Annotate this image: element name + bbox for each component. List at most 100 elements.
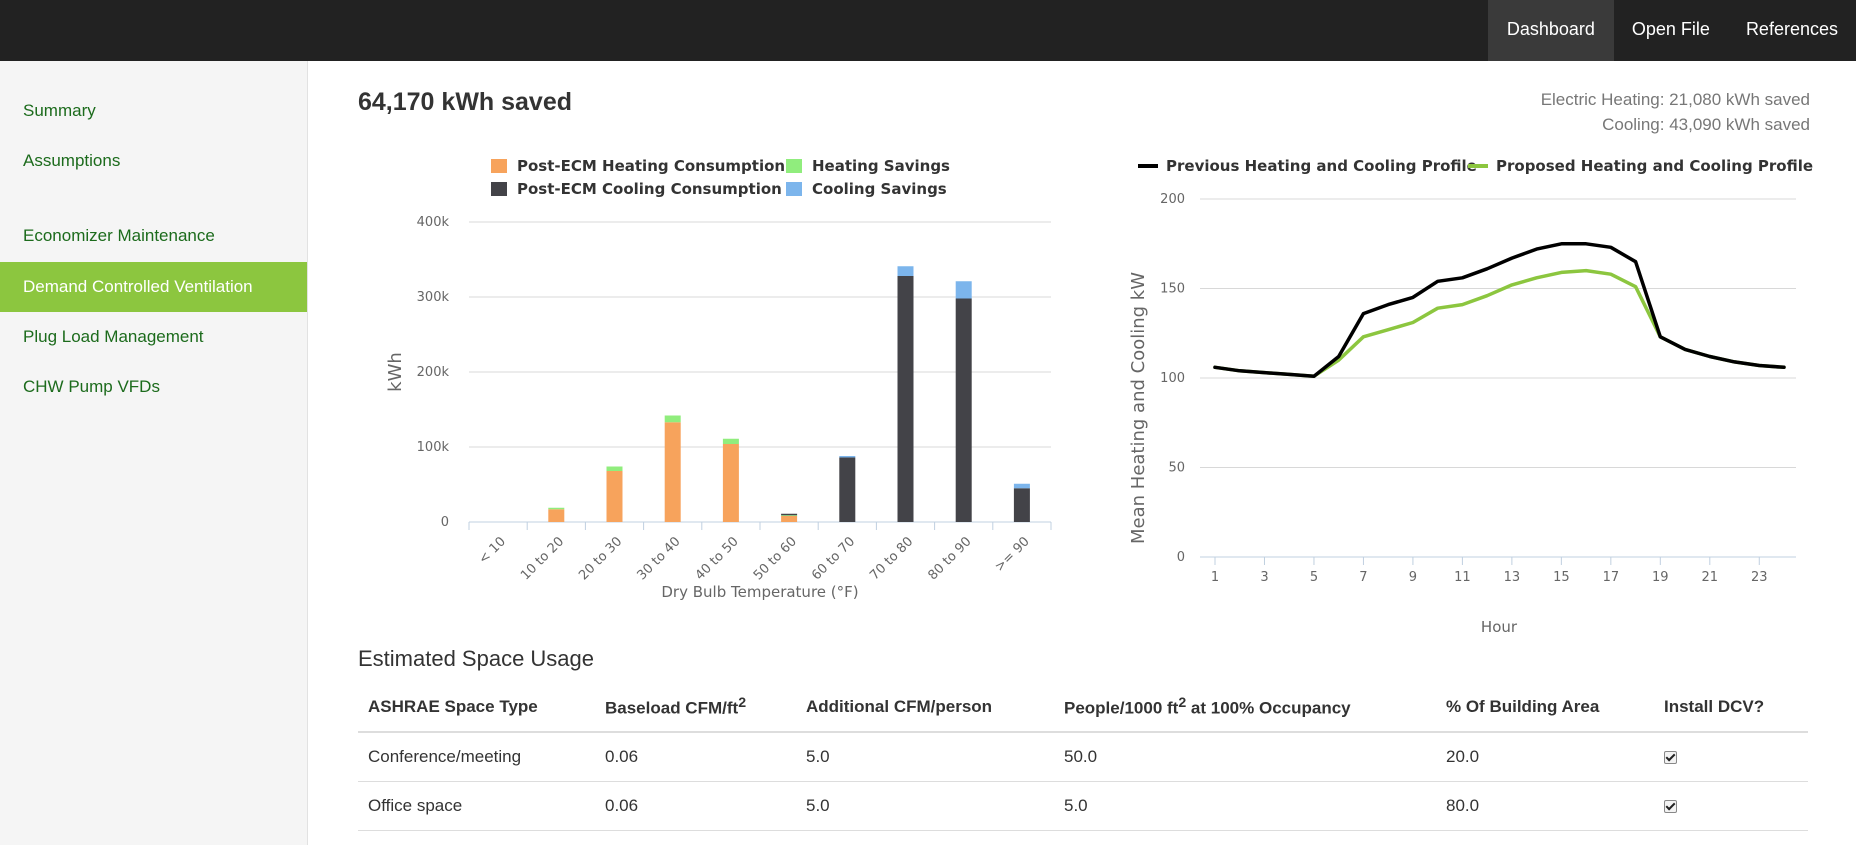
col-header-percent: % Of Building Area xyxy=(1436,683,1654,733)
nav-dashboard-link[interactable]: Dashboard xyxy=(1487,0,1614,61)
sidebar-item-chw-pump-vfds[interactable]: CHW Pump VFDs xyxy=(0,362,307,412)
legend-label: Heating Savings xyxy=(812,157,950,175)
col-header-baseload: Baseload CFM/ft2 xyxy=(595,683,796,733)
x-axis-title: Dry Bulb Temperature (°F) xyxy=(661,583,858,601)
cell-people: 50.0 xyxy=(1054,732,1436,782)
cell-install-dcv xyxy=(1654,781,1808,831)
top-nav: Dashboard Open File References xyxy=(1487,0,1856,61)
x-tick-label: 5 xyxy=(1310,570,1318,585)
cell-space-type: Office space xyxy=(358,781,595,831)
bar-cooling-savings xyxy=(839,456,856,458)
x-tick-label: 17 xyxy=(1603,570,1620,585)
bar-cooling-savings xyxy=(1013,483,1030,489)
superscript-two: 2 xyxy=(738,695,747,712)
top-navbar: Dashboard Open File References xyxy=(0,0,1856,61)
install-dcv-checkbox[interactable] xyxy=(1664,800,1677,814)
legend-label: Proposed Heating and Cooling Profile xyxy=(1496,157,1813,175)
cell-percent: 20.0 xyxy=(1436,732,1654,782)
x-tick-label: 50 to 60 xyxy=(751,534,800,583)
y-tick-label: 0 xyxy=(1177,550,1185,565)
x-tick-label: 80 to 90 xyxy=(925,534,974,583)
bar-cooling-savings xyxy=(955,281,972,299)
y-tick-label: 200 xyxy=(1160,192,1185,207)
y-tick-label: 400k xyxy=(417,215,450,230)
col-header-people-suffix: at 100% Occupancy xyxy=(1186,698,1351,718)
bar-heating-savings xyxy=(664,415,681,423)
cell-space-type: Conference/meeting xyxy=(358,732,595,782)
sidebar-item-demand-controlled-ventilation[interactable]: Demand Controlled Ventilation xyxy=(0,262,307,312)
space-usage-title: Estimated Space Usage xyxy=(358,646,595,671)
x-tick-label: 21 xyxy=(1702,570,1719,585)
bar-post-ecm-heating-consumption xyxy=(781,516,798,522)
cell-install-dcv xyxy=(1654,732,1808,782)
sidebar-item-assumptions[interactable]: Assumptions xyxy=(0,136,307,186)
nav-open-file-link[interactable]: Open File xyxy=(1614,0,1728,61)
x-tick-label: 23 xyxy=(1751,570,1768,585)
y-tick-label: 100 xyxy=(1160,371,1185,386)
legend-label: Cooling Savings xyxy=(812,180,947,198)
legend-swatch xyxy=(491,159,507,173)
cell-percent: 80.0 xyxy=(1436,781,1654,831)
legend-label: Post-ECM Heating Consumption xyxy=(517,157,785,175)
legend-swatch xyxy=(786,159,802,173)
space-usage-table: ASHRAE Space Type Baseload CFM/ft2 Addit… xyxy=(358,683,1808,831)
bar-heating-savings xyxy=(606,466,623,471)
x-tick-label: 60 to 70 xyxy=(809,534,858,583)
bar-post-ecm-heating-consumption xyxy=(722,444,739,522)
savings-breakdown: Electric Heating: 21,080 kWh saved Cooli… xyxy=(1541,87,1810,137)
col-header-install-dcv: Install DCV? xyxy=(1654,683,1808,733)
consumption-bar-chart: Post-ECM Heating Consumption Heating Savi… xyxy=(385,157,1052,601)
table-row: Conference/meeting 0.06 5.0 50.0 20.0 xyxy=(358,732,1808,782)
bar-cooling-savings xyxy=(897,266,914,276)
table-row: Office space 0.06 5.0 5.0 80.0 xyxy=(358,781,1808,831)
bar-heating-savings xyxy=(781,515,798,516)
install-dcv-checkbox[interactable] xyxy=(1664,751,1677,765)
x-tick-label: 10 to 20 xyxy=(518,534,567,583)
col-header-space-type: ASHRAE Space Type xyxy=(358,683,595,733)
bar-heating-savings xyxy=(548,507,565,510)
electric-heating-savings: Electric Heating: 21,080 kWh saved xyxy=(1540,90,1810,109)
x-tick-label: 1 xyxy=(1211,570,1219,585)
x-tick-label: >= 90 xyxy=(992,534,1033,575)
legend-swatch xyxy=(786,182,802,196)
y-tick-label: 200k xyxy=(417,365,450,380)
cell-people: 5.0 xyxy=(1054,781,1436,831)
legend-swatch xyxy=(491,182,507,196)
x-tick-label: 70 to 80 xyxy=(867,534,916,583)
cell-additional: 5.0 xyxy=(796,781,1054,831)
y-axis-title: Mean Heating and Cooling kW xyxy=(1128,272,1149,544)
y-tick-label: 150 xyxy=(1160,282,1185,297)
previous-profile-line xyxy=(1213,242,1786,378)
x-tick-label: 13 xyxy=(1504,570,1521,585)
x-tick-label: 30 to 40 xyxy=(634,534,683,583)
x-tick-label: 7 xyxy=(1359,570,1367,585)
x-tick-label: < 10 xyxy=(476,534,509,567)
bar-post-ecm-heating-consumption xyxy=(664,422,681,522)
y-tick-label: 0 xyxy=(441,515,449,530)
bar-post-ecm-cooling-consumption xyxy=(781,513,798,516)
sidebar: Summary Assumptions Economizer Maintenan… xyxy=(0,61,308,845)
y-tick-label: 100k xyxy=(417,440,450,455)
cell-baseload: 0.06 xyxy=(595,781,796,831)
x-tick-label: 9 xyxy=(1409,570,1417,585)
sidebar-item-plug-load-management[interactable]: Plug Load Management xyxy=(0,312,307,362)
col-header-additional: Additional CFM/person xyxy=(796,683,1054,733)
col-header-baseload-text: Baseload CFM/ft xyxy=(605,698,739,718)
bar-post-ecm-heating-consumption xyxy=(548,509,565,522)
legend-label: Post-ECM Cooling Consumption xyxy=(517,180,782,198)
sidebar-item-economizer-maintenance[interactable]: Economizer Maintenance xyxy=(0,211,307,261)
x-tick-label: 40 to 50 xyxy=(693,534,742,583)
cell-additional: 5.0 xyxy=(796,732,1054,782)
sidebar-item-summary[interactable]: Summary xyxy=(0,86,307,136)
y-tick-label: 300k xyxy=(417,290,450,305)
y-axis-title: kWh xyxy=(385,352,406,392)
bar-post-ecm-cooling-consumption xyxy=(839,457,856,522)
bar-post-ecm-cooling-consumption xyxy=(1013,488,1030,522)
bar-post-ecm-cooling-consumption xyxy=(955,298,972,522)
nav-references-link[interactable]: References xyxy=(1728,0,1856,61)
bar-post-ecm-heating-consumption xyxy=(606,471,623,522)
col-header-people-text: People/1000 ft xyxy=(1064,698,1179,718)
y-tick-label: 50 xyxy=(1168,461,1185,476)
bar-heating-savings xyxy=(722,438,739,444)
proposed-profile-line xyxy=(1213,268,1786,378)
